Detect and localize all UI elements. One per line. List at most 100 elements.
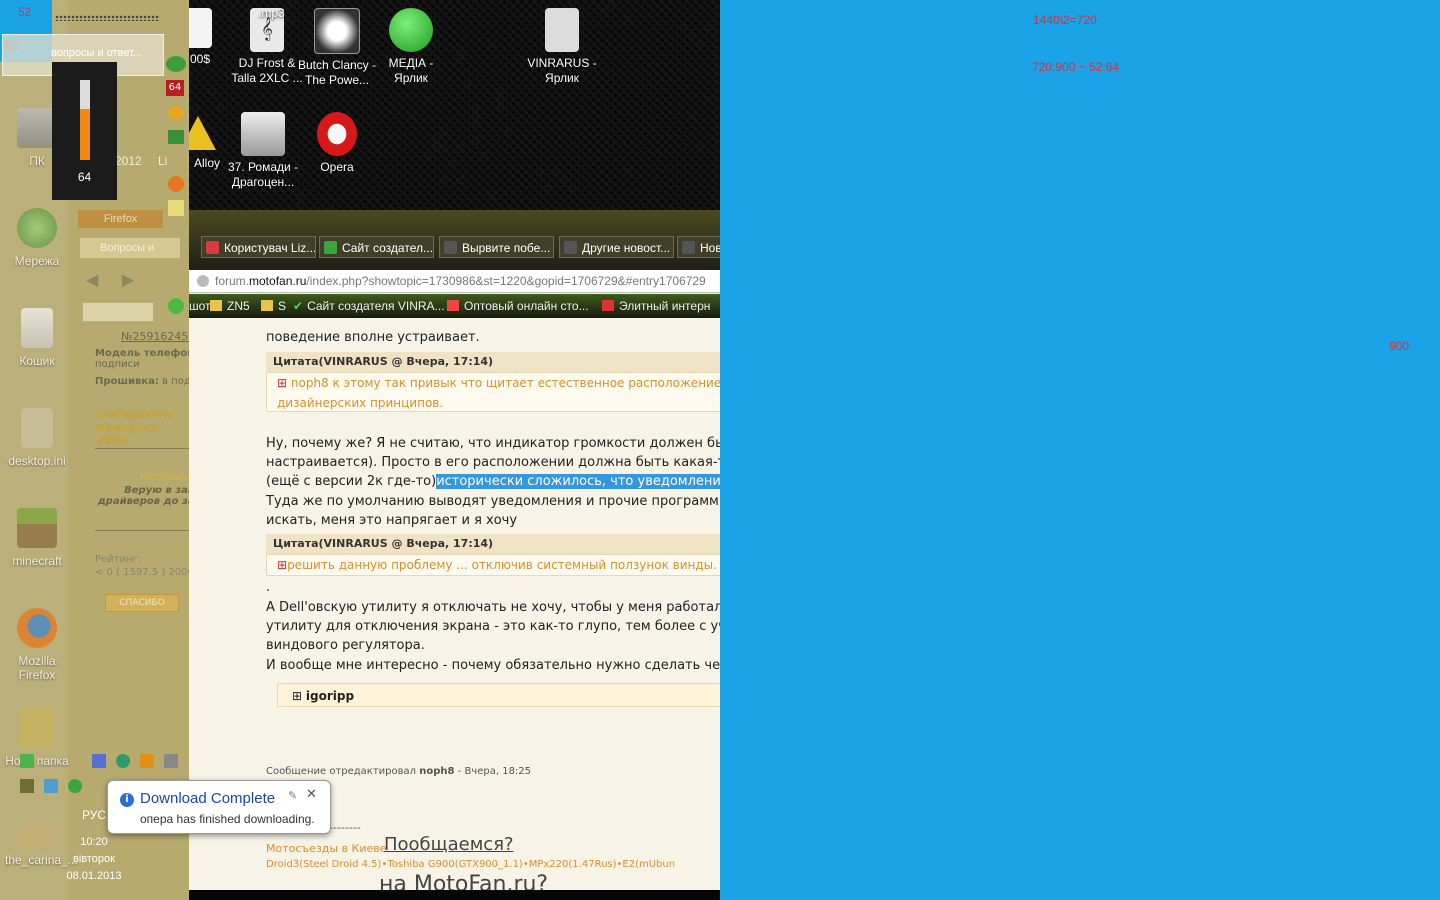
app-icon[interactable] (168, 106, 184, 120)
volume-popup: 64 (52, 62, 117, 200)
page-icon (564, 241, 577, 254)
album-cover-icon (241, 112, 285, 156)
utorrent-icon[interactable] (166, 56, 186, 72)
play-icon (389, 8, 433, 52)
music-file-icon: .mp3 𝄞 (250, 6, 285, 52)
app-icon[interactable] (168, 130, 184, 144)
mail-icon (206, 241, 219, 254)
desktop-icon-minecraft[interactable]: minecraft (5, 508, 69, 568)
tray-icon[interactable] (20, 754, 34, 768)
bookmark-item[interactable]: S (261, 294, 286, 318)
folder-shortcut-icon (545, 8, 579, 52)
desktop-icon-mp3[interactable]: .mp3 𝄞 DJ Frost & Talla 2XLC ... (227, 6, 307, 86)
bookmark-item[interactable]: ZN5 (210, 294, 250, 318)
notification-message: опера has finished downloading. (140, 812, 315, 826)
language-indicator[interactable]: РУС (82, 808, 106, 822)
bookmark-item[interactable]: ✔ Сайт создателя VINRA... (293, 294, 445, 318)
desktop-icon-desktop-ini[interactable]: desktop.ini (5, 408, 69, 468)
signature-link[interactable]: Пообщаемся? (384, 834, 514, 855)
desktop-icon-media[interactable]: МЕДІА - Ярлик (371, 8, 451, 86)
trash-icon (21, 308, 53, 348)
firefox-menu-button[interactable]: Firefox (78, 210, 163, 228)
notepad-icon[interactable] (168, 200, 184, 216)
folder-icon (210, 300, 222, 311)
post-text: (ещё с версии 2к где-то)исторически слож… (266, 474, 720, 489)
globe-icon (197, 275, 209, 287)
opera-icon (317, 112, 357, 156)
check-icon (324, 241, 337, 254)
info-tray-icon[interactable] (68, 779, 82, 793)
image-file-icon (17, 823, 57, 847)
search-input[interactable] (82, 302, 154, 322)
tab-news1[interactable]: Вырвите побе... (439, 236, 554, 258)
folder-icon (20, 708, 54, 748)
tray-icon[interactable] (140, 754, 154, 768)
shop-icon (447, 300, 459, 311)
toolbar-grip (55, 15, 160, 21)
annotation-ratio: 720:900 ~ 52:64 (1032, 60, 1120, 74)
tab-site-creator[interactable]: Сайт создател... (319, 236, 434, 258)
spoiler-toggle[interactable]: ⊞ igoripp (277, 683, 720, 707)
desktop-icon-recycle-bin[interactable]: Кошик (5, 308, 69, 368)
desktop-icon-opera[interactable]: Opera (297, 112, 377, 175)
post-text: утилиту для отключения экрана - это как-… (266, 619, 720, 634)
tab-gmail[interactable]: Користувач Liz... (201, 236, 316, 258)
page-icon (444, 241, 457, 254)
signature-divider: -------- (329, 821, 361, 834)
desktop-icon-butch[interactable]: Butch Clancy - The Powe... (297, 8, 377, 88)
tab-news2[interactable]: Другие новост... (559, 236, 674, 258)
back-icon[interactable]: ◀ (86, 270, 98, 289)
annotation-height: 900 (1389, 339, 1410, 353)
desktop-icon-new-folder[interactable]: Нова папка (5, 708, 69, 768)
desktop-icon-firefox[interactable]: Mozilla Firefox (5, 608, 69, 682)
desktop-icon-network[interactable]: Мережа (5, 208, 69, 268)
signature-banner: на MotoFan.ru? (379, 872, 549, 890)
tray-icon[interactable] (20, 779, 34, 793)
bookmark-item[interactable]: шот (189, 294, 211, 318)
quote-body: ⊞ noph8 к этому так привык что щитает ес… (266, 372, 720, 412)
desktop-icon-carina[interactable]: the_carina_... (5, 823, 78, 867)
minecraft-icon (17, 508, 57, 548)
tray-icon[interactable] (116, 754, 130, 768)
volume-track[interactable] (80, 80, 90, 160)
bookmark-item[interactable]: Элитный интерн (602, 294, 710, 318)
firefox-tab[interactable]: Вопросы и (80, 238, 180, 258)
post-text: искать, меня это напрягает и я хочу (266, 513, 518, 528)
close-icon[interactable]: ✕ (306, 787, 317, 802)
firefox-small-icon[interactable] (168, 176, 184, 192)
aida64-icon[interactable]: 64 (166, 80, 184, 96)
file-icon (21, 408, 53, 448)
selected-text: исторически сложилось, что уведомления п (436, 474, 720, 489)
thanks-button[interactable]: СПАСИБО (105, 594, 179, 612)
clock[interactable]: 10:20 вівторок 08.01.2013 (66, 834, 122, 885)
desktop-icon-vinrarus[interactable]: VINRARUS - Ярлик (522, 8, 602, 86)
notification-title: Download Complete (140, 790, 276, 807)
quote-header: Цитата(VINRARUS @ Вчера, 17:14) (266, 352, 720, 372)
address-bar[interactable]: forum.motofan.ru/index.php?showtopic=173… (189, 270, 720, 293)
tab-news3[interactable]: Нов (677, 236, 720, 258)
bookmark-item[interactable]: Оптовый онлайн сто... (447, 294, 589, 318)
signature-text: Мотосъезды в Киеве. (266, 842, 391, 855)
info-icon: i (120, 793, 134, 807)
post-text: Ну, почему же? Я не считаю, что индикато… (266, 436, 720, 451)
user-id[interactable]: №259162452 (121, 330, 195, 343)
download-notification[interactable]: i Download Complete опера has finished d… (107, 780, 331, 834)
folder-icon (261, 300, 273, 311)
rating-label: Рейтинг: (95, 554, 142, 565)
post-text: настраивается). Просто в его расположени… (266, 455, 720, 470)
settings-icon[interactable]: ✎ (288, 789, 297, 802)
partial-icon-label: 2012 (115, 154, 142, 168)
play-small-icon[interactable] (168, 298, 184, 314)
quote-body: ⊞решить данную проблему ... отключив сис… (266, 554, 720, 576)
forward-icon[interactable]: ▶ (122, 270, 134, 289)
album-cover-icon (314, 8, 360, 54)
quote-header: Цитата(VINRARUS @ Вчера, 17:14) (266, 534, 720, 554)
page-icon (682, 241, 695, 254)
desktop-icon-romadi[interactable]: 37. Ромади - Драгоцен... (223, 112, 303, 190)
tray-icon[interactable] (44, 779, 58, 793)
post-text: . (266, 580, 271, 595)
post-text: И вообще мне интересно - почему обязател… (266, 658, 720, 673)
tray-icon[interactable] (164, 754, 178, 768)
tray-icon[interactable] (92, 754, 106, 768)
partial-icon-label: Li (158, 154, 168, 168)
